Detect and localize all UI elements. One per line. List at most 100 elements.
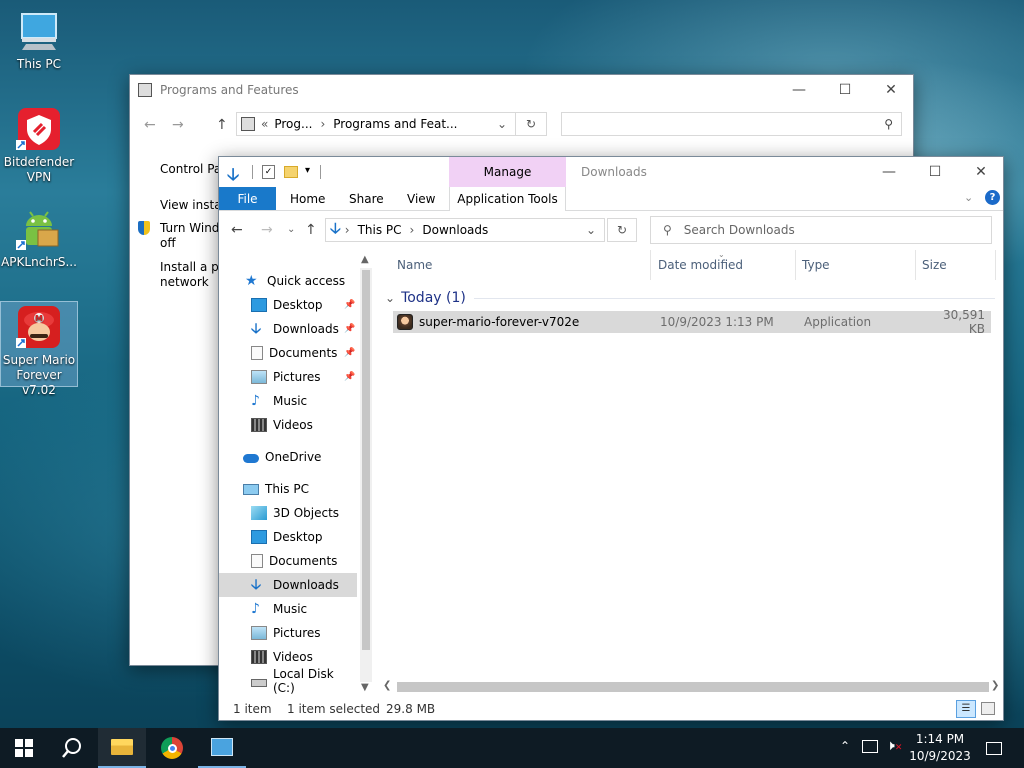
clock[interactable]: 1:14 PM 10/9/2023	[908, 731, 972, 765]
minimize-button[interactable]: —	[866, 157, 912, 187]
search-icon: ⚲	[663, 223, 672, 237]
nav-item-onedrive[interactable]: OneDrive	[219, 445, 357, 469]
explorer-address-bar[interactable]: 🡣 › This PC › Downloads ⌄	[325, 218, 605, 242]
taskbar-file-explorer[interactable]	[98, 728, 146, 768]
explorer-title-bar[interactable]: 🡣 ✓ ▾ Manage Downloads — ☐ ✕	[219, 157, 1003, 187]
desktop-icon-this-pc[interactable]: This PC	[1, 8, 77, 72]
recent-locations-icon[interactable]: ⌄	[287, 224, 295, 235]
network-icon[interactable]	[862, 740, 878, 753]
refresh-button[interactable]: ↻	[515, 112, 547, 136]
turn-windows-features-link[interactable]: Turn Windo	[160, 221, 227, 235]
nav-item-this-pc[interactable]: This PC	[219, 477, 357, 501]
breadcrumb-item[interactable]: Prog...	[274, 117, 312, 131]
control-panel-icon	[211, 738, 233, 756]
minimize-button[interactable]: —	[776, 75, 822, 105]
group-header-today[interactable]: ⌄ Today (1)	[385, 288, 995, 308]
new-folder-icon[interactable]	[284, 166, 298, 178]
chevron-down-icon[interactable]: ⌄	[586, 223, 596, 237]
maximize-button[interactable]: ☐	[822, 75, 868, 105]
nav-item-documents-pc[interactable]: Documents	[219, 549, 357, 573]
back-icon[interactable]: ←	[144, 117, 156, 133]
pin-icon[interactable]: 📌	[344, 348, 355, 358]
qat-separator	[320, 165, 321, 179]
breadcrumb-downloads[interactable]: Downloads	[422, 223, 488, 237]
help-icon[interactable]: ?	[985, 190, 1000, 205]
tab-application-tools[interactable]: Application Tools	[449, 187, 566, 211]
nav-item-videos[interactable]: Videos	[219, 413, 357, 437]
nav-scroll-up-icon[interactable]: ▲	[361, 254, 369, 265]
install-program-network-link-line2[interactable]: network	[160, 275, 209, 289]
forward-icon[interactable]: →	[172, 117, 184, 133]
search-downloads-input[interactable]: ⚲ Search Downloads	[650, 216, 992, 244]
tab-home[interactable]: Home	[290, 192, 325, 206]
search-button[interactable]	[48, 728, 96, 768]
pin-icon[interactable]: 📌	[344, 324, 355, 334]
qat-dropdown-icon[interactable]: ▾	[305, 165, 310, 176]
pin-icon[interactable]: 📌	[344, 372, 355, 382]
programs-title-bar[interactable]: Programs and Features — ☐ ✕	[130, 75, 913, 105]
turn-windows-features-link-line2[interactable]: off	[160, 236, 176, 250]
h-scrollbar-thumb[interactable]	[397, 682, 989, 692]
up-icon[interactable]: ↑	[216, 117, 228, 133]
column-header-date[interactable]: Date modified	[652, 250, 796, 280]
nav-item-pictures-pc[interactable]: Pictures	[219, 621, 357, 645]
nav-item-videos-pc[interactable]: Videos	[219, 645, 357, 669]
tab-file[interactable]: File	[219, 187, 276, 210]
nav-item-music-pc[interactable]: ♪ Music	[219, 597, 357, 621]
up-icon[interactable]: ↑	[305, 222, 317, 238]
maximize-button[interactable]: ☐	[912, 157, 958, 187]
tab-view[interactable]: View	[407, 192, 435, 206]
nav-item-quick-access[interactable]: ★ Quick access	[219, 269, 357, 293]
pictures-icon	[251, 370, 267, 384]
column-header-type[interactable]: Type	[796, 250, 916, 280]
nav-item-desktop[interactable]: Desktop 📌	[219, 293, 357, 317]
desktop-icon-bitdefender-vpn[interactable]: Bitdefender VPN	[1, 106, 77, 185]
tab-label: Application Tools	[457, 192, 558, 206]
pin-icon[interactable]: 📌	[344, 300, 355, 310]
nav-item-music[interactable]: ♪ Music	[219, 389, 357, 413]
breadcrumb-item[interactable]: Programs and Feat...	[333, 117, 457, 131]
refresh-button[interactable]: ↻	[607, 218, 637, 242]
nav-item-desktop-pc[interactable]: Desktop	[219, 525, 357, 549]
videos-icon	[251, 650, 267, 664]
scroll-left-icon[interactable]: ❮	[383, 680, 391, 691]
cloud-icon	[243, 453, 259, 463]
scroll-right-icon[interactable]: ❯	[991, 680, 999, 691]
nav-item-documents[interactable]: Documents 📌	[219, 341, 357, 365]
large-icons-view-icon[interactable]	[981, 702, 995, 715]
action-center-button[interactable]	[974, 728, 1014, 768]
close-button[interactable]: ✕	[958, 157, 1004, 187]
column-header-size[interactable]: Size	[916, 250, 996, 280]
programs-search-input[interactable]: ⚲	[561, 112, 902, 136]
expand-ribbon-icon[interactable]: ⌄	[964, 191, 973, 204]
close-button[interactable]: ✕	[868, 75, 914, 105]
nav-scrollbar-thumb[interactable]	[362, 270, 370, 650]
taskbar-chrome[interactable]	[148, 728, 196, 768]
table-row[interactable]: super-mario-forever-v702e 10/9/2023 1:13…	[393, 308, 991, 336]
nav-scroll-down-icon[interactable]: ▼	[361, 682, 369, 693]
show-hidden-icons-icon[interactable]: ⌃	[840, 739, 850, 753]
desktop-icon-apklauncher[interactable]: APKLnchrS...	[1, 206, 77, 270]
desktop-icon-super-mario[interactable]: M Super Mario Forever v7.02	[0, 301, 78, 397]
taskbar-control-panel[interactable]	[198, 728, 246, 768]
forward-icon[interactable]: →	[261, 222, 273, 238]
nav-item-downloads-pc[interactable]: 🡣 Downloads	[219, 573, 357, 597]
volume-muted-icon[interactable]: 🕨✕	[886, 738, 902, 754]
details-view-icon[interactable]: ☰	[956, 700, 976, 718]
programs-address-bar[interactable]: « Prog... › Programs and Feat... ⌄	[236, 112, 516, 136]
nav-item-local-disk[interactable]: Local Disk (C:)	[219, 667, 357, 695]
file-size: 30,591 KB	[943, 308, 985, 336]
nav-item-pictures[interactable]: Pictures 📌	[219, 365, 357, 389]
start-button[interactable]	[0, 728, 48, 768]
breadcrumb-overflow[interactable]: «	[261, 117, 268, 131]
chevron-down-icon[interactable]: ⌄	[497, 117, 507, 131]
nav-item-3d-objects[interactable]: 3D Objects	[219, 501, 357, 525]
properties-icon[interactable]: ✓	[262, 165, 275, 179]
column-header-name[interactable]: Name	[391, 250, 651, 280]
nav-item-label: 3D Objects	[273, 506, 340, 520]
tab-share[interactable]: Share	[349, 192, 384, 206]
nav-item-downloads[interactable]: 🡣 Downloads 📌	[219, 317, 357, 341]
breadcrumb-this-pc[interactable]: This PC	[358, 223, 402, 237]
control-panel-home-link[interactable]: Control Par	[160, 162, 226, 176]
back-icon[interactable]: ←	[231, 222, 243, 238]
